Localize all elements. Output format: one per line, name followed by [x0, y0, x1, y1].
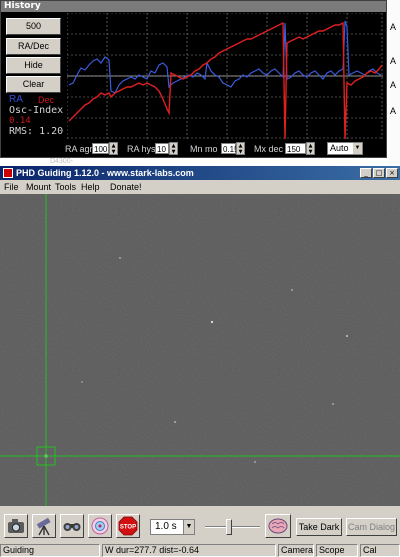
osc-index-label: Osc-Index: [9, 105, 64, 116]
phd-title: PHD Guiding 1.12.0 - www.stark-labs.com: [16, 168, 194, 178]
hide-button[interactable]: Hide: [6, 57, 61, 74]
history-window: History 500 RA/Dec Hide Clear RA Dec Osc…: [0, 0, 387, 158]
mx-dec-input[interactable]: 150: [285, 143, 306, 154]
star: [210, 320, 214, 324]
pha-button[interactable]: [32, 514, 56, 538]
minimize-icon[interactable]: _: [360, 168, 372, 178]
menu-help[interactable]: Help: [81, 182, 100, 192]
stop-icon: STOP: [118, 516, 138, 536]
mn-mo-spinner[interactable]: ▲ ▼: [236, 142, 245, 155]
ra-hys-input[interactable]: 10: [155, 143, 169, 154]
mx-dec-label: Mx dec: [254, 144, 284, 154]
dec-mode-select[interactable]: Auto ▼: [327, 142, 363, 155]
strip-letter: A: [390, 80, 397, 90]
phd-window: PHD Guiding 1.12.0 - www.stark-labs.com …: [0, 166, 400, 557]
strip-letter: A: [390, 56, 397, 66]
star: [291, 289, 293, 291]
ra-agr-spinner[interactable]: ▲ ▼: [109, 142, 118, 155]
sensor-noise: [0, 194, 400, 506]
rms-value: RMS: 1.20: [9, 126, 64, 137]
legend-dec: Dec: [38, 95, 55, 105]
menubar: File Mount Tools Help Donate!: [0, 181, 400, 194]
menu-donate[interactable]: Donate!: [110, 182, 142, 192]
osc-index-value: 0.14: [9, 116, 31, 126]
toolbar: STOP 1.0 s ▼ Take Dark Cam Dialog: [0, 506, 400, 544]
ra-hys-spinner[interactable]: ▲ ▼: [169, 142, 178, 155]
camera-view[interactable]: [0, 194, 400, 506]
statusbar: Guiding W dur=277.7 dist=-0.64 Camera Sc…: [0, 544, 400, 557]
star: [119, 257, 121, 259]
menu-mount[interactable]: Mount: [26, 182, 51, 192]
strip-letter: A: [390, 106, 397, 116]
mx-dec-spinner[interactable]: ▲ ▼: [306, 142, 315, 155]
scale-button[interactable]: 500: [6, 18, 61, 35]
ra-dec-mode-button[interactable]: RA/Dec: [6, 38, 61, 55]
binoculars-icon: [63, 523, 81, 531]
advanced-settings-button[interactable]: [265, 514, 291, 538]
status-camera: Camera: [278, 544, 314, 557]
phd-titlebar: PHD Guiding 1.12.0 - www.stark-labs.com: [0, 166, 400, 180]
star: [346, 335, 348, 337]
exposure-select[interactable]: 1.0 s ▼: [150, 519, 195, 535]
star: [254, 461, 256, 463]
history-graph: [67, 13, 383, 139]
close-icon[interactable]: ×: [386, 168, 398, 178]
chevron-down-icon: ▼: [353, 143, 362, 154]
take-dark-button[interactable]: Take Dark: [296, 518, 342, 536]
background-label: D4300-: [50, 158, 73, 165]
chevron-down-icon: ▼: [183, 520, 194, 534]
cam-dialog-button[interactable]: Cam Dialog: [346, 518, 397, 536]
gamma-slider-thumb[interactable]: [225, 519, 232, 535]
clear-button[interactable]: Clear: [6, 76, 61, 93]
menu-tools[interactable]: Tools: [55, 182, 76, 192]
loop-exposure-button[interactable]: [4, 514, 28, 538]
status-scope: Scope: [316, 544, 358, 557]
svg-text:STOP: STOP: [120, 525, 136, 531]
app-icon: [3, 168, 13, 178]
connect-camera-button[interactable]: [60, 514, 84, 538]
target-icon: [91, 517, 109, 535]
brain-icon: [268, 518, 288, 534]
stop-button[interactable]: STOP: [116, 514, 140, 538]
star: [332, 403, 334, 405]
menu-file[interactable]: File: [4, 182, 19, 192]
star: [81, 381, 83, 383]
strip-letter: A: [390, 22, 397, 32]
ra-agr-input[interactable]: 100: [92, 143, 109, 154]
history-title: History: [1, 1, 386, 12]
ra-hys-label: RA hys: [127, 144, 156, 154]
star-field: [0, 194, 400, 506]
status-cal: Cal: [360, 544, 400, 557]
exposure-value: 1.0 s: [155, 521, 177, 532]
mn-mo-input[interactable]: 0.15: [221, 143, 239, 154]
status-info: W dur=277.7 dist=-0.64: [102, 544, 276, 557]
legend-ra: RA: [9, 94, 23, 105]
maximize-icon[interactable]: □: [373, 168, 385, 178]
camera-icon: [8, 519, 24, 533]
guide-button[interactable]: [88, 514, 112, 538]
star: [174, 421, 176, 423]
mn-mo-label: Mn mo: [190, 144, 218, 154]
ra-agr-label: RA agr: [65, 144, 93, 154]
status-state: Guiding: [0, 544, 100, 557]
telescope-icon: [36, 517, 51, 536]
gamma-slider-track[interactable]: [205, 526, 260, 528]
dec-mode-value: Auto: [330, 143, 349, 153]
